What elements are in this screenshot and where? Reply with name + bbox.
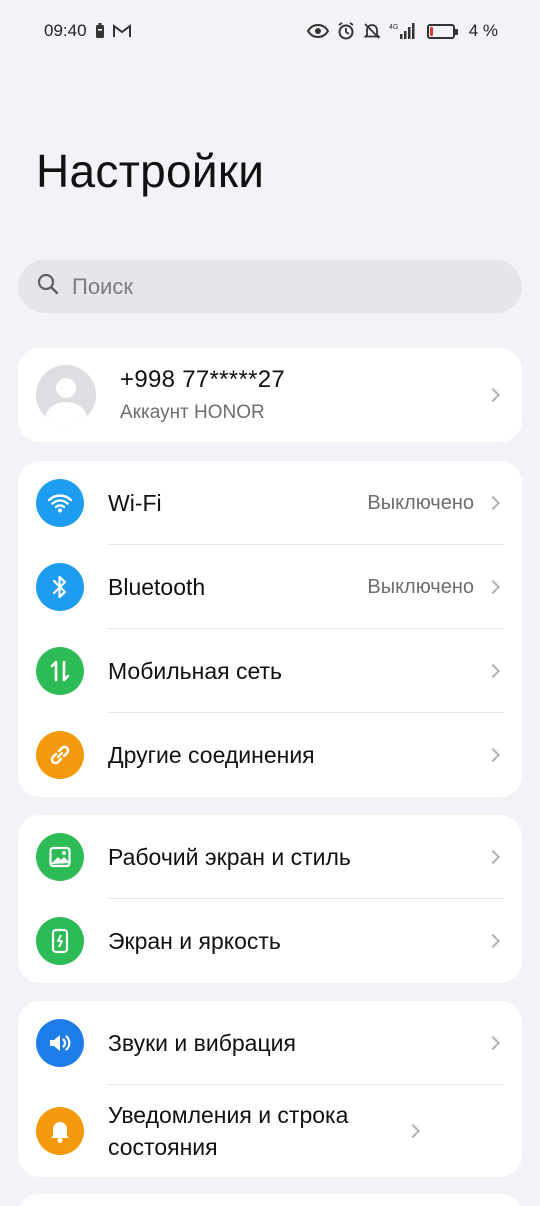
brightness-icon	[36, 917, 84, 965]
status-left: 09:40	[44, 21, 131, 41]
sound-notifications-group: Звуки и вибрация Уведомления и строка со…	[18, 1001, 522, 1177]
mobile-network-label: Мобильная сеть	[108, 658, 283, 684]
signal-icon: 4G	[389, 22, 417, 40]
other-connections-label: Другие соединения	[108, 742, 315, 768]
wifi-status: Выключено	[367, 491, 474, 514]
settings-item-bluetooth[interactable]: Bluetooth Выключено	[18, 545, 522, 629]
status-right: 4G 4 %	[306, 21, 498, 41]
chevron-right-icon	[485, 933, 501, 949]
alarm-icon	[337, 22, 355, 40]
status-bar: 09:40 4G 4 %	[0, 0, 540, 62]
notifications-label: Уведомления и строка состояния	[108, 1102, 349, 1160]
settings-item-display-brightness[interactable]: Экран и яркость	[18, 899, 522, 983]
next-group-peek	[18, 1194, 522, 1206]
eye-icon	[306, 24, 329, 38]
network-label: 4G	[389, 24, 398, 31]
bluetooth-status: Выключено	[367, 575, 474, 598]
search-input[interactable]	[72, 273, 492, 300]
display-group: Рабочий экран и стиль Экран и яркость	[18, 815, 522, 983]
settings-item-notifications[interactable]: Уведомления и строка состояния	[18, 1085, 522, 1177]
sounds-label: Звуки и вибрация	[108, 1030, 296, 1056]
settings-item-wifi[interactable]: Wi-Fi Выключено	[18, 461, 522, 545]
link-icon	[36, 731, 84, 779]
display-brightness-label: Экран и яркость	[108, 928, 281, 954]
settings-item-home-screen[interactable]: Рабочий экран и стиль	[18, 815, 522, 899]
chevron-right-icon	[405, 1123, 421, 1139]
image-icon	[36, 833, 84, 881]
speaker-icon	[36, 1019, 84, 1067]
search-bar[interactable]	[18, 260, 522, 313]
battery-icon	[426, 23, 458, 39]
search-icon	[36, 272, 60, 301]
chevron-right-icon	[485, 849, 501, 865]
account-subtitle: Аккаунт HONOR	[120, 402, 265, 423]
page-title: Настройки	[36, 145, 265, 197]
connections-group: Wi-Fi Выключено Bluetooth Выключено Моби…	[18, 461, 522, 797]
settings-item-mobile-network[interactable]: Мобильная сеть	[18, 629, 522, 713]
home-screen-label: Рабочий экран и стиль	[108, 844, 351, 870]
mobile-network-icon	[36, 647, 84, 695]
avatar	[36, 365, 96, 425]
settings-item-sounds[interactable]: Звуки и вибрация	[18, 1001, 522, 1085]
bell-icon	[36, 1107, 84, 1155]
account-text: +998 77*****27 Аккаунт HONOR	[120, 366, 488, 424]
gmail-icon	[112, 24, 131, 38]
chevron-right-icon	[485, 579, 501, 595]
bluetooth-label: Bluetooth	[108, 574, 206, 600]
chevron-right-icon	[485, 663, 501, 679]
battery-saver-icon	[95, 23, 105, 39]
mute-icon	[363, 22, 381, 40]
bluetooth-icon	[36, 563, 84, 611]
chevron-right-icon	[485, 387, 501, 403]
status-time: 09:40	[44, 21, 87, 40]
settings-item-other-connections[interactable]: Другие соединения	[18, 713, 522, 797]
account-card[interactable]: +998 77*****27 Аккаунт HONOR	[18, 348, 522, 442]
battery-percent: 4 %	[468, 21, 498, 40]
chevron-right-icon	[485, 747, 501, 763]
wifi-icon	[36, 479, 84, 527]
wifi-label: Wi-Fi	[108, 490, 162, 516]
chevron-right-icon	[485, 495, 501, 511]
chevron-right-icon	[485, 1035, 501, 1051]
account-phone: +998 77*****27	[120, 366, 286, 393]
